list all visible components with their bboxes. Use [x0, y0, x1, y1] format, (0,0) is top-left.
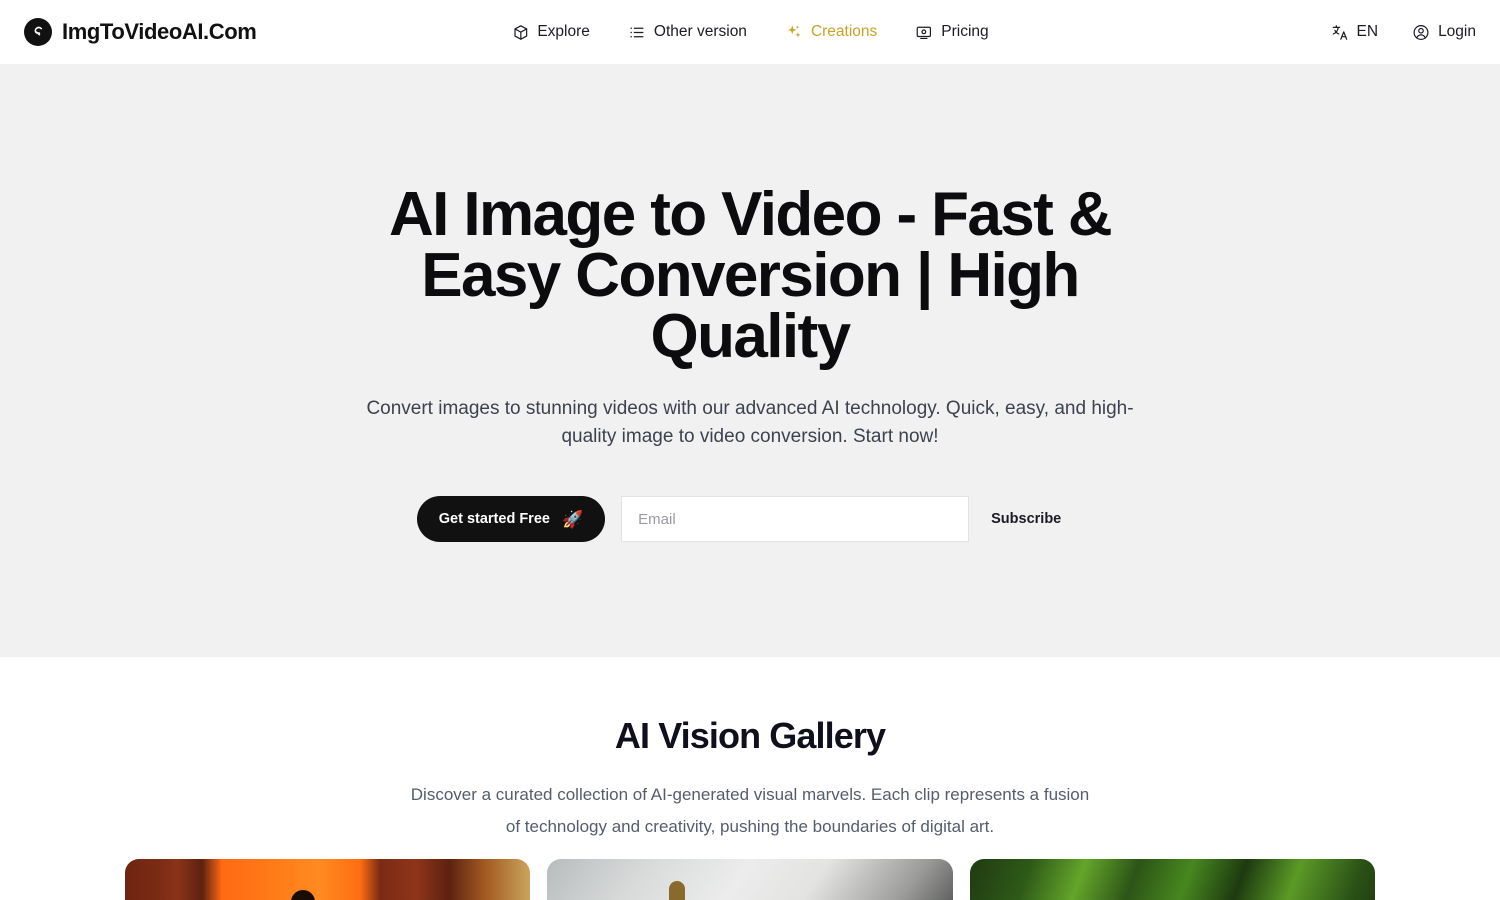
subscribe-form: Subscribe	[621, 496, 1084, 542]
nav-item-other-version[interactable]: Other version	[628, 23, 747, 41]
list-icon	[628, 23, 646, 41]
hero-subtitle: Convert images to stunning videos with o…	[366, 398, 1134, 447]
email-input[interactable]	[621, 496, 970, 542]
gallery-card-orange-interior[interactable]	[125, 859, 531, 900]
login-label: Login	[1438, 23, 1476, 40]
primary-nav: Explore Other version Creations Pricing	[511, 0, 989, 64]
nav-item-explore[interactable]: Explore	[511, 23, 590, 41]
top-navbar: ImgToVideoAI.Com Explore Other version C…	[0, 0, 1500, 64]
get-started-free-button[interactable]: Get started Free 🚀	[416, 496, 606, 542]
get-started-label: Get started Free	[438, 511, 550, 527]
gallery-title: AI Vision Gallery	[614, 715, 886, 756]
nav-label-other-version: Other version	[653, 23, 747, 40]
nav-label-creations: Creations	[810, 23, 878, 40]
navbar-right-actions: EN Login	[1331, 23, 1476, 41]
brand-logo[interactable]: ImgToVideoAI.Com	[24, 18, 257, 46]
gallery-subtitle: Discover a curated collection of AI-gene…	[410, 785, 1090, 836]
nav-label-pricing: Pricing	[941, 23, 989, 40]
box-icon	[511, 23, 529, 41]
hero-cta-row: Get started Free 🚀 Subscribe	[416, 496, 1084, 542]
page-title: AI Image to Video - Fast & Easy Conversi…	[388, 180, 1113, 371]
swirl-logo-icon	[24, 18, 52, 46]
login-button[interactable]: Login	[1412, 23, 1476, 41]
nav-item-creations[interactable]: Creations	[785, 23, 877, 41]
brand-name: ImgToVideoAI.Com	[62, 19, 257, 44]
hero-section: AI Image to Video - Fast & Easy Conversi…	[0, 64, 1500, 657]
gallery-card-gray-room-figure[interactable]	[547, 859, 953, 900]
sparkles-icon	[785, 23, 803, 41]
language-label: EN	[1356, 23, 1379, 40]
nav-item-pricing[interactable]: Pricing	[915, 23, 989, 41]
nav-label-explore: Explore	[537, 23, 590, 40]
user-circle-icon	[1412, 23, 1430, 41]
card-monitor-icon	[915, 23, 933, 41]
rocket-icon: 🚀	[561, 509, 584, 529]
subscribe-button[interactable]: Subscribe	[969, 496, 1084, 542]
gallery-section: AI Vision Gallery Discover a curated col…	[0, 657, 1500, 900]
language-switcher[interactable]: EN	[1331, 23, 1379, 41]
translate-icon	[1331, 23, 1349, 41]
gallery-card-green-foliage[interactable]	[969, 859, 1375, 900]
gallery-card-grid	[125, 859, 1375, 900]
